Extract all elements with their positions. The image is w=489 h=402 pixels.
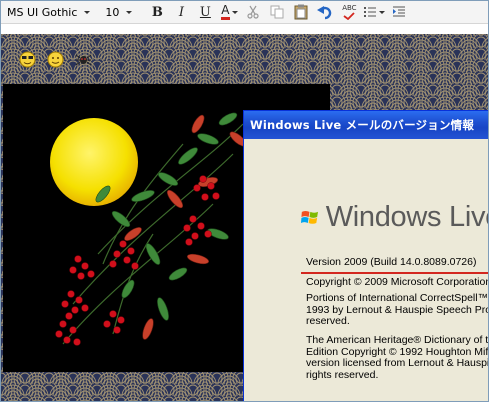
dialog-titlebar[interactable]: Windows Live メールのバージョン情報 (244, 111, 488, 139)
list-button[interactable] (363, 3, 386, 21)
spell-check-button[interactable]: ABC (339, 3, 359, 21)
italic-button[interactable]: I (171, 3, 191, 21)
windows-flag-icon (301, 211, 318, 224)
chevron-down-icon (231, 10, 238, 14)
sunglasses-emoticon-icon[interactable] (19, 51, 36, 68)
numbered-list-icon (364, 7, 377, 17)
font-size-value: 10 (105, 5, 120, 19)
font-name-value: MS UI Gothic (7, 5, 78, 19)
notice-line: Portions of International CorrectSpell™ (306, 292, 489, 304)
copy-icon (270, 5, 284, 19)
copyright-text: Copyright © 2009 Microsoft Corporation. (306, 276, 489, 288)
windows-live-logo: Windows Live (301, 192, 489, 242)
underline-button[interactable]: U (195, 3, 215, 21)
version-text: Version 2009 (Build 14.0.8089.0726) (306, 256, 477, 268)
notice-line: version licensed from Lernout & Hauspie … (306, 357, 488, 369)
clipboard-icon (294, 4, 308, 20)
dictionary-notice: The American Heritage® Dictionary of the… (306, 334, 489, 381)
notice-line: rights reserved. (306, 368, 379, 381)
dialog-body: Windows Live Version 2009 (Build 14.0.80… (246, 140, 489, 401)
format-toolbar: MS UI Gothic 10 B I U A ABC (1, 1, 488, 24)
chevron-down-icon (84, 10, 91, 14)
copy-button[interactable] (267, 3, 287, 21)
spider-emoticon-icon[interactable] (75, 51, 92, 68)
correctspell-notice: Portions of International CorrectSpell™ … (306, 292, 489, 328)
chevron-down-icon (379, 10, 386, 14)
indent-button[interactable] (389, 3, 409, 21)
underline-icon: U (199, 4, 211, 20)
notice-line: The American Heritage® Dictionary of the… (306, 334, 489, 346)
version-underline (301, 272, 488, 274)
about-dialog: Windows Live メールのバージョン情報 Windows Live Ve… (243, 110, 489, 401)
bold-icon: B (151, 4, 163, 20)
font-size-dropdown[interactable]: 10 (99, 3, 135, 21)
font-color-button[interactable]: A (219, 3, 239, 21)
bold-button[interactable]: B (147, 3, 167, 21)
cut-button[interactable] (243, 3, 263, 21)
spell-check-icon: ABC (342, 4, 357, 12)
smiley-emoticon-icon[interactable] (47, 51, 64, 68)
notice-line: reserved. (306, 315, 350, 327)
undo-button[interactable] (315, 3, 335, 21)
chevron-down-icon (126, 10, 133, 14)
mail-compose-window: MS UI Gothic 10 B I U A ABC Windows Live… (0, 0, 489, 402)
undo-icon (317, 6, 332, 20)
dialog-title: Windows Live メールのバージョン情報 (250, 118, 475, 132)
paste-button[interactable] (291, 3, 311, 21)
font-color-icon: A (221, 4, 230, 20)
checkmark-icon (343, 12, 356, 20)
italic-icon: I (178, 4, 184, 20)
scissors-icon (247, 5, 260, 19)
indent-icon (393, 6, 406, 17)
font-name-dropdown[interactable]: MS UI Gothic (1, 3, 93, 21)
moon-icon (50, 118, 138, 206)
logo-text: Windows Live (325, 200, 489, 233)
